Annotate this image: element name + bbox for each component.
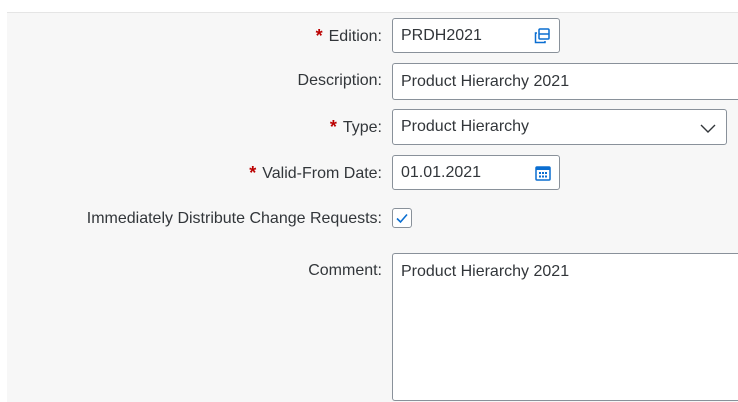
- required-marker: *: [249, 163, 257, 183]
- type-label-text: Type:: [342, 119, 382, 136]
- comment-label: Comment:: [308, 262, 382, 279]
- description-label: Description:: [297, 72, 382, 89]
- edition-input[interactable]: PRDH2021: [392, 18, 560, 53]
- comment-textarea[interactable]: Product Hierarchy 2021: [392, 253, 738, 401]
- value-help-icon[interactable]: [533, 27, 551, 45]
- distribute-checkbox[interactable]: [392, 208, 412, 228]
- chevron-down-icon[interactable]: [699, 121, 717, 135]
- type-select[interactable]: Product Hierarchy: [392, 109, 727, 145]
- valid-from-date-input[interactable]: 01.01.2021: [392, 155, 560, 190]
- comment-value: Product Hierarchy 2021: [401, 263, 570, 280]
- distribute-label: Immediately Distribute Change Requests:: [86, 210, 382, 227]
- description-input[interactable]: Product Hierarchy 2021: [392, 63, 738, 100]
- description-value: Product Hierarchy 2021: [401, 73, 570, 90]
- type-label: * Type:: [330, 117, 382, 138]
- checkmark-icon: [396, 213, 408, 224]
- valid-from-label-text: Valid-From Date:: [262, 165, 382, 182]
- edition-label: * Edition:: [316, 26, 382, 47]
- type-value: Product Hierarchy: [401, 118, 530, 135]
- edition-value: PRDH2021: [401, 27, 482, 44]
- valid-from-value: 01.01.2021: [401, 164, 482, 181]
- required-marker: *: [329, 117, 337, 137]
- edition-label-text: Edition:: [328, 28, 382, 45]
- required-marker: *: [315, 26, 323, 46]
- valid-from-label: * Valid-From Date:: [249, 163, 382, 184]
- calendar-icon[interactable]: [534, 164, 552, 182]
